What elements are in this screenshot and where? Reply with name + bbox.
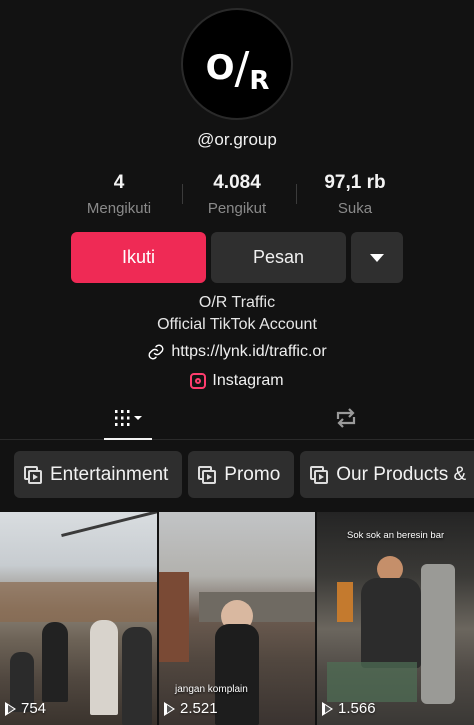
play-icon — [164, 701, 175, 716]
video-thumbnail[interactable]: Sok sok an beresin bar 1.566 — [317, 512, 474, 725]
instagram-link[interactable]: Instagram — [0, 372, 474, 390]
message-button[interactable]: Pesan — [211, 232, 346, 283]
playlist-chip[interactable]: Promo — [188, 451, 295, 498]
stat-following[interactable]: 4 Mengikuti — [60, 172, 178, 217]
more-options-button[interactable] — [351, 232, 403, 283]
bio-line-1: O/R Traffic — [198, 294, 276, 311]
chevron-down-icon — [370, 253, 384, 262]
playlist-chip[interactable]: Entertainment — [14, 451, 183, 498]
instagram-icon — [190, 373, 207, 389]
grid-icon — [115, 410, 142, 426]
stat-following-count: 4 — [113, 172, 125, 193]
video-view-count: 2.521 — [164, 700, 218, 717]
stat-followers-count: 4.084 — [213, 172, 261, 193]
video-thumbnail[interactable]: jangan komplain 2.521 — [159, 512, 315, 725]
stat-divider — [182, 184, 183, 204]
content-tabs — [0, 398, 474, 440]
profile-avatar[interactable]: O/R — [181, 8, 293, 120]
playlist-icon — [198, 465, 217, 484]
stat-followers[interactable]: 4.084 Pengikut — [178, 172, 296, 217]
playlist-icon — [310, 465, 329, 484]
play-icon — [322, 701, 333, 716]
video-thumbnail[interactable]: 754 — [0, 512, 157, 725]
video-caption: jangan komplain — [175, 684, 248, 695]
stat-following-label: Mengikuti — [86, 200, 152, 217]
follow-button[interactable]: Ikuti — [71, 232, 206, 283]
stat-likes-label: Suka — [337, 200, 373, 217]
stat-followers-label: Pengikut — [207, 200, 267, 217]
bio-link[interactable]: https://lynk.id/traffic.or — [0, 343, 474, 361]
tab-reposts[interactable] — [330, 398, 362, 438]
tab-videos[interactable] — [104, 398, 152, 438]
link-icon — [148, 344, 164, 360]
playlist-chips: Entertainment Promo Our Products & — [14, 451, 474, 498]
bio-line-2: Official TikTok Account — [157, 316, 317, 333]
play-icon — [5, 701, 16, 716]
video-view-count: 754 — [5, 700, 46, 717]
playlist-label: Promo — [224, 463, 281, 485]
stat-likes[interactable]: 97,1 rb Suka — [296, 172, 414, 217]
profile-stats: 4 Mengikuti 4.084 Pengikut 97,1 rb Suka — [60, 172, 414, 217]
instagram-label: Instagram — [212, 372, 284, 389]
active-tab-indicator — [104, 438, 152, 440]
profile-handle: @or.group — [197, 130, 277, 149]
stat-divider — [296, 184, 297, 204]
stat-likes-count: 97,1 rb — [324, 172, 386, 193]
video-view-count: 1.566 — [322, 700, 376, 717]
brand-logo: O/R — [205, 42, 270, 96]
video-caption: Sok sok an beresin bar — [347, 530, 445, 541]
playlist-chip[interactable]: Our Products & — [300, 451, 474, 498]
repost-icon — [336, 408, 356, 428]
playlist-icon — [24, 465, 42, 484]
playlist-label: Our Products & — [336, 463, 467, 485]
bio-link-text: https://lynk.id/traffic.or — [171, 343, 327, 360]
playlist-label: Entertainment — [50, 463, 169, 485]
